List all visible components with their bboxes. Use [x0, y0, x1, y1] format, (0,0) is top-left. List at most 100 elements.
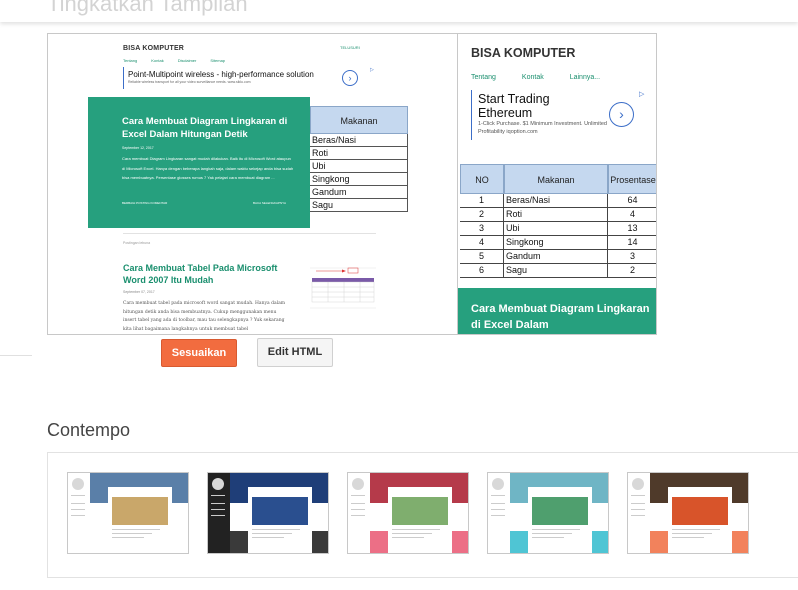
theme-sidebar-line	[211, 495, 225, 496]
table-cell: 5	[460, 250, 504, 264]
theme-text-line	[392, 537, 424, 538]
table-row: Beras/Nasi	[310, 134, 408, 147]
table-cell: 2	[608, 264, 656, 278]
table-cell: Ubi	[504, 222, 608, 236]
page-title: Tingkatkan Tampilan	[47, 0, 248, 16]
table-cell: 6	[460, 264, 504, 278]
theme-text-line	[672, 537, 704, 538]
nav-item: Tentang	[123, 58, 138, 63]
theme-sidebar-line	[491, 515, 505, 516]
table-row: Sagu	[310, 199, 408, 212]
table-cell: Sagu	[504, 264, 608, 278]
theme-text-line	[112, 529, 160, 530]
theme-thumbnail[interactable]	[207, 472, 329, 554]
featured-post: Cara Membuat Diagram Lingkaran di Excel …	[88, 97, 310, 228]
theme-text-line	[112, 537, 144, 538]
theme-text-line	[532, 529, 580, 530]
ad-banner: Point-Multipoint wireless - high-perform…	[123, 67, 363, 89]
mobile-preview[interactable]: BISA KOMPUTER Tentang Kontak Lainnya... …	[457, 33, 657, 335]
ad-arrow-icon: ›	[342, 70, 358, 86]
table-row: Ubi	[310, 160, 408, 173]
featured-title: Cara Membuat Diagram Lingkaran di Excel …	[122, 116, 288, 140]
desktop-preview[interactable]: BISA KOMPUTER TELUSURI Tentang Kontak Di…	[47, 33, 475, 335]
theme-post-image	[532, 497, 588, 525]
table-cell: Singkong	[504, 236, 608, 250]
divider	[0, 355, 32, 356]
table-row: Roti	[310, 147, 408, 160]
theme-text-line	[112, 533, 152, 534]
post-title: Cara Membuat Tabel Pada Microsoft Word 2…	[123, 263, 278, 285]
theme-sidebar-line	[211, 509, 225, 510]
featured-date: September 12, 2017	[122, 146, 154, 150]
section-label: Postingan lebuna	[123, 241, 151, 245]
post-thumbnail	[310, 260, 376, 322]
theme-text-line	[392, 529, 440, 530]
theme-sidebar-line	[211, 515, 225, 516]
theme-sidebar-line	[631, 495, 645, 496]
table-cell: Gandum	[504, 250, 608, 264]
theme-post-image	[252, 497, 308, 525]
theme-sidebar-line	[351, 503, 365, 504]
theme-thumbnail[interactable]	[487, 472, 609, 554]
theme-text-line	[672, 529, 720, 530]
nav-item: Tentang	[471, 74, 496, 81]
theme-sidebar-line	[631, 509, 645, 510]
ad-subtitle: Reliable wireless transport for all your…	[128, 80, 251, 84]
theme-thumbnail[interactable]	[347, 472, 469, 554]
table-row: Singkong	[310, 173, 408, 186]
table-cell: Beras/Nasi	[504, 194, 608, 208]
blog-nav: Tentang Kontak Lainnya...	[471, 74, 600, 81]
customize-button[interactable]: Sesuaikan	[161, 339, 237, 367]
table-cell: 14	[608, 236, 656, 250]
theme-sidebar-line	[351, 515, 365, 516]
table-header: Makanan	[504, 164, 608, 194]
table-cell: 2	[460, 208, 504, 222]
nav-item: Kontak	[151, 58, 164, 63]
table-header: Prosentase	[608, 164, 656, 194]
nav-item: Sitemap	[210, 58, 226, 63]
ad-arrow-icon: ›	[609, 102, 634, 127]
theme-text-line	[672, 533, 712, 534]
theme-text-line	[532, 537, 564, 538]
table-cell: 4	[460, 236, 504, 250]
ad-subtitle: 1-Click Purchase. $1 Minimum Investment.…	[478, 121, 607, 135]
featured-read-more: BACA SELENGKAPNYA	[253, 201, 286, 205]
theme-text-line	[252, 533, 292, 534]
theme-sidebar-line	[211, 503, 225, 504]
table-row: Gandum	[310, 186, 408, 199]
theme-text-line	[392, 533, 432, 534]
edit-html-button[interactable]: Edit HTML	[257, 338, 333, 367]
theme-text-line	[252, 537, 284, 538]
ad-banner: Start Trading Ethereum 1-Click Purchase.…	[471, 90, 621, 140]
post-text: Cara membuat tabel pada microsoft word s…	[123, 301, 286, 332]
theme-sidebar-line	[351, 509, 365, 510]
theme-sidebar-line	[491, 509, 505, 510]
ad-title: Start Trading Ethereum	[478, 92, 550, 120]
ad-title: Point-Multipoint wireless - high-perform…	[128, 70, 314, 79]
theme-thumbnail[interactable]	[627, 472, 749, 554]
ad-info-icon: ▷	[639, 91, 645, 98]
table-cell: Roti	[504, 208, 608, 222]
theme-sidebar-line	[631, 503, 645, 504]
theme-text-line	[252, 529, 300, 530]
avatar	[632, 478, 644, 490]
theme-sidebar-line	[71, 515, 85, 516]
avatar	[212, 478, 224, 490]
avatar	[492, 478, 504, 490]
nav-item: Disclaimer	[177, 58, 197, 63]
theme-thumbnail[interactable]	[67, 472, 189, 554]
theme-sidebar-line	[491, 503, 505, 504]
table-cell: 13	[608, 222, 656, 236]
theme-sidebar-line	[351, 495, 365, 496]
featured-share: BERBAGI POSTING KOMENTAR	[122, 201, 168, 205]
theme-section-title: Contempo	[47, 420, 131, 440]
table-cell: 3	[608, 250, 656, 264]
post-date: September 07, 2017	[123, 290, 155, 294]
table-header: Makanan	[310, 106, 408, 134]
blog-nav: Tentang Kontak Disclaimer Sitemap	[123, 58, 225, 63]
theme-sidebar-line	[71, 495, 85, 496]
avatar	[72, 478, 84, 490]
theme-sidebar-line	[71, 509, 85, 510]
theme-sidebar-line	[491, 495, 505, 496]
theme-sidebar-line	[71, 503, 85, 504]
